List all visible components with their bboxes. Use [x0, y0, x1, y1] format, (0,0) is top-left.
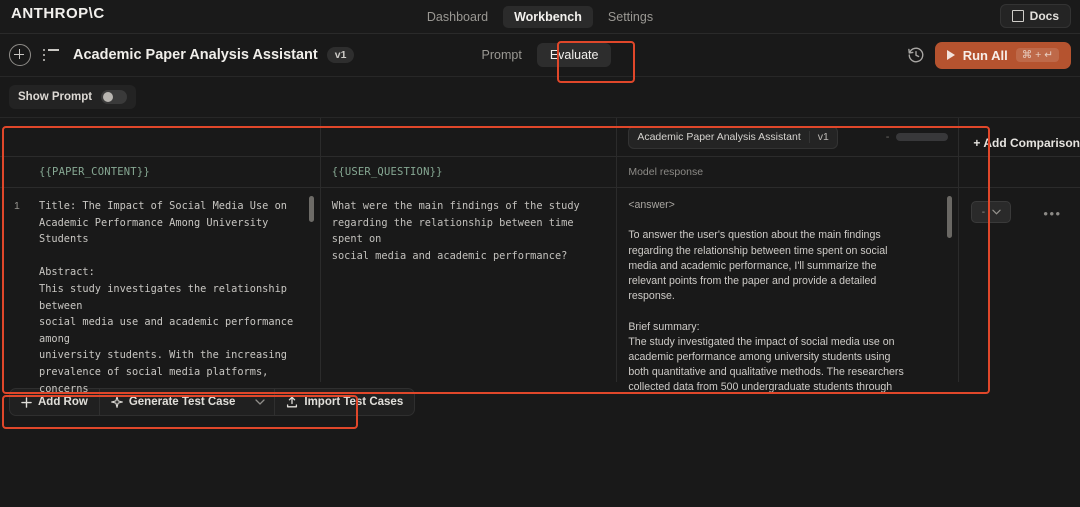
cell-model-response[interactable]: <answer> To answer the user's question a…: [617, 188, 958, 394]
run-all-label: Run All: [963, 48, 1008, 63]
model-response-body: To answer the user's question about the …: [628, 229, 903, 394]
sparkle-icon: [111, 396, 123, 408]
show-prompt-label: Show Prompt: [18, 91, 92, 103]
add-comparison-header: + Add Comparison: [959, 118, 1080, 157]
history-icon[interactable]: [907, 46, 925, 64]
show-prompt-toggle[interactable]: Show Prompt: [9, 85, 136, 109]
generate-test-case-label: Generate Test Case: [129, 396, 236, 408]
upload-icon: [286, 396, 298, 408]
add-comparison-label: + Add Comparison: [973, 136, 1080, 150]
cell-user-question[interactable]: What were the main findings of the study…: [321, 188, 617, 394]
column-response-header: Model response: [617, 157, 958, 188]
plus-icon: [21, 397, 32, 408]
model-response-text: <answer> To answer the user's question a…: [628, 198, 946, 394]
add-comparison-button[interactable]: + Add Comparison: [973, 136, 1080, 150]
response-scrollbar[interactable]: [947, 196, 952, 238]
model-chip[interactable]: Academic Paper Analysis Assistant v1: [628, 126, 838, 149]
docs-button[interactable]: Docs: [1000, 4, 1071, 28]
row-number: 1: [14, 200, 20, 212]
nav-item-workbench[interactable]: Workbench: [503, 6, 593, 28]
column-header-spacer-1: [0, 118, 320, 157]
row-actions-cell: - •••: [959, 188, 1080, 394]
add-row-label: Add Row: [38, 396, 88, 408]
column-variable-header-1: {{PAPER_CONTENT}}: [0, 157, 320, 188]
top-navigation: Dashboard Workbench Settings: [0, 0, 1080, 33]
project-toolbar: Academic Paper Analysis Assistant v1 Pro…: [0, 34, 1080, 77]
run-all-button[interactable]: Run All ⌘ + ↵: [935, 42, 1071, 69]
run-all-shortcut: ⌘ + ↵: [1016, 48, 1059, 62]
row-menu-button[interactable]: •••: [1043, 206, 1061, 221]
column-variable-header-2: {{USER_QUESTION}}: [321, 157, 617, 188]
chevron-down-icon: [255, 399, 265, 405]
play-icon: [947, 50, 955, 60]
tab-evaluate[interactable]: Evaluate: [537, 43, 612, 67]
nav-item-settings[interactable]: Settings: [597, 6, 664, 28]
loading-bar: [896, 133, 948, 141]
column-actions: + Add Comparison - •••: [959, 118, 1080, 382]
show-prompt-row: Show Prompt: [0, 77, 1080, 117]
test-case-grid: {{PAPER_CONTENT}} 1 Title: The Impact of…: [0, 117, 1080, 382]
generate-options-chevron[interactable]: [246, 397, 274, 407]
column-model-response: Academic Paper Analysis Assistant v1 - M…: [617, 118, 959, 382]
column-paper-content: {{PAPER_CONTENT}} 1 Title: The Impact of…: [0, 118, 321, 382]
book-icon: [1012, 10, 1024, 22]
cell-scrollbar[interactable]: [309, 196, 314, 222]
actions-subheader: [959, 157, 1080, 188]
workbench-page: ANTHROP\C Dashboard Workbench Settings D…: [0, 0, 1080, 507]
paper-content-text: Title: The Impact of Social Media Use on…: [39, 198, 308, 394]
toggle-switch[interactable]: [101, 90, 127, 104]
nav-item-dashboard[interactable]: Dashboard: [416, 6, 499, 28]
metric-value: -: [886, 131, 890, 143]
variable-name-user-question: {{USER_QUESTION}}: [332, 166, 443, 178]
top-bar: ANTHROP\C Dashboard Workbench Settings D…: [0, 0, 1080, 34]
model-response-label: Model response: [628, 166, 703, 178]
answer-tag: <answer>: [628, 199, 675, 211]
column-header-spacer-2: [321, 118, 617, 157]
score-select[interactable]: -: [971, 201, 1011, 223]
model-chip-version: v1: [809, 131, 837, 143]
user-question-text: What were the main findings of the study…: [332, 198, 605, 264]
chevron-down-icon: [992, 209, 1001, 215]
import-test-cases-label: Import Test Cases: [304, 396, 403, 408]
cell-paper-content[interactable]: 1 Title: The Impact of Social Media Use …: [0, 188, 320, 394]
toolbar-actions: Run All ⌘ + ↵: [907, 42, 1071, 69]
model-chip-name: Academic Paper Analysis Assistant: [629, 131, 808, 143]
docs-button-label: Docs: [1030, 9, 1059, 23]
variable-name-paper-content: {{PAPER_CONTENT}}: [39, 166, 150, 178]
model-metrics: -: [886, 131, 959, 143]
column-model-header: Academic Paper Analysis Assistant v1 -: [617, 118, 958, 157]
tab-prompt[interactable]: Prompt: [469, 43, 535, 67]
score-select-value: -: [982, 207, 985, 218]
column-user-question: {{USER_QUESTION}} What were the main fin…: [321, 118, 618, 382]
